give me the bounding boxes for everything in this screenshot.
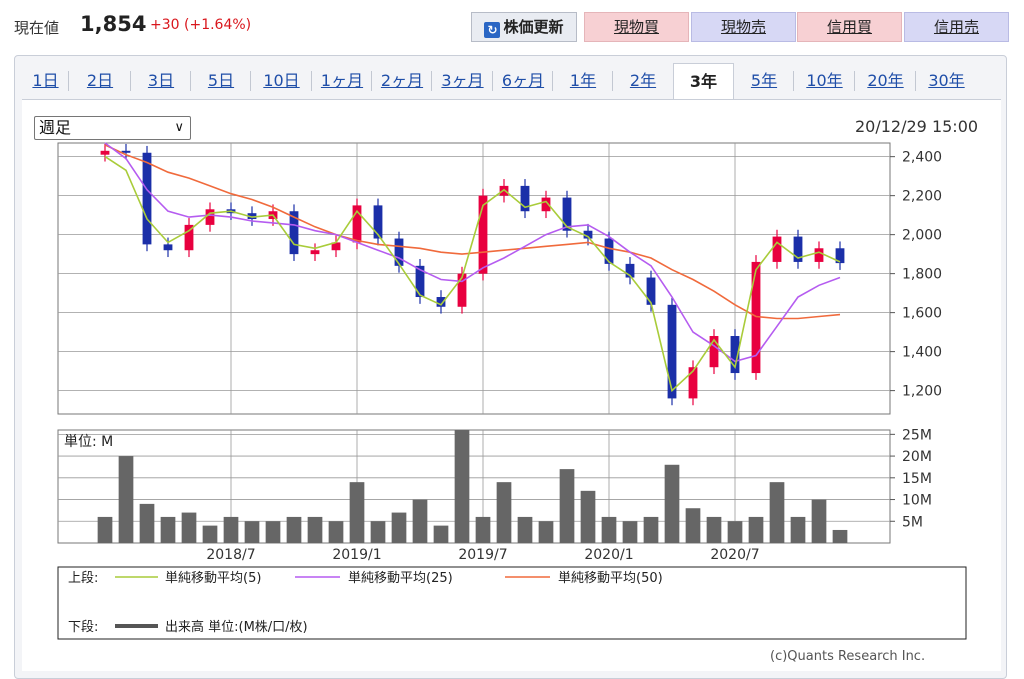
price-tick-label: 1,200 [902, 384, 942, 400]
volume-bar [664, 464, 680, 543]
volume-bar [223, 516, 239, 543]
candle-body [205, 209, 215, 225]
legend-upper-label: 上段: [68, 571, 98, 586]
volume-bar [118, 456, 134, 543]
volume-bar [643, 516, 659, 543]
price-tick-label: 1,400 [902, 345, 942, 361]
volume-bar [265, 521, 281, 543]
legend-ma25-label: 単純移動平均(25) [348, 570, 453, 586]
volume-bar [475, 516, 491, 543]
candle-body [646, 277, 656, 305]
x-tick-label: 2020/1 [584, 547, 633, 563]
volume-bar [685, 508, 701, 543]
legend-volume-label: 出来高 単位:(M株/口/枚) [165, 619, 308, 635]
volume-bar [580, 490, 596, 543]
volume-bar [244, 521, 260, 543]
volume-bar [97, 516, 113, 543]
legend-ma50-label: 単純移動平均(50) [558, 570, 663, 586]
volume-tick-label: 20M [902, 449, 932, 465]
stock-chart: 2,400 2,200 2,000 1,800 1,600 1,400 1,200 25M 20… [57, 142, 967, 640]
volume-bar [748, 516, 764, 543]
volume-bar [181, 512, 197, 543]
volume-bar [454, 430, 470, 543]
volume-bar [832, 529, 848, 543]
candle-body [814, 248, 824, 262]
volume-bar [559, 469, 575, 543]
volume-bar [286, 516, 302, 543]
volume-bar [769, 482, 785, 543]
candle-body [310, 250, 320, 255]
candle-body [142, 152, 152, 245]
volume-bar [706, 516, 722, 543]
volume-tick-label: 15M [902, 471, 932, 487]
volume-bar [811, 499, 827, 543]
volume-bar [307, 516, 323, 543]
volume-bar [517, 516, 533, 543]
volume-bar [790, 516, 806, 543]
volume-bar [160, 516, 176, 543]
candle-body [163, 244, 173, 251]
volume-bar [727, 521, 743, 543]
price-tick-label: 1,800 [902, 267, 942, 283]
volume-bar [139, 503, 155, 543]
candle-body [100, 150, 110, 155]
price-tick-label: 2,400 [902, 150, 942, 166]
price-tick-label: 2,000 [902, 228, 942, 244]
x-tick-label: 2018/7 [206, 547, 255, 563]
volume-bar [370, 521, 386, 543]
price-tick-label: 2,200 [902, 189, 942, 205]
volume-bar [433, 525, 449, 543]
candle-body [667, 304, 677, 399]
volume-bar [391, 512, 407, 543]
legend-ma5-label: 単純移動平均(5) [165, 570, 261, 586]
volume-bar [538, 521, 554, 543]
volume-bar [202, 525, 218, 543]
volume-tick-label: 10M [902, 493, 932, 509]
price-tick-label: 1,600 [902, 306, 942, 322]
volume-bar [412, 499, 428, 543]
volume-bar [496, 482, 512, 543]
candle-body [394, 238, 404, 266]
x-tick-label: 2019/1 [332, 547, 381, 563]
volume-unit-label: 単位: M [64, 434, 113, 450]
candle-body [604, 238, 614, 264]
volume-bar [349, 482, 365, 543]
volume-bar [601, 516, 617, 543]
x-tick-label: 2019/7 [458, 547, 507, 563]
legend-lower-label: 下段: [68, 620, 98, 635]
candle-body [772, 236, 782, 262]
copyright: (c)Quants Research Inc. [770, 649, 926, 664]
price-plot-area [57, 142, 891, 415]
volume-bar [328, 521, 344, 543]
volume-tick-label: 25M [902, 427, 932, 443]
volume-bar [622, 521, 638, 543]
x-tick-label: 2020/7 [710, 547, 759, 563]
volume-tick-label: 5M [902, 514, 923, 530]
